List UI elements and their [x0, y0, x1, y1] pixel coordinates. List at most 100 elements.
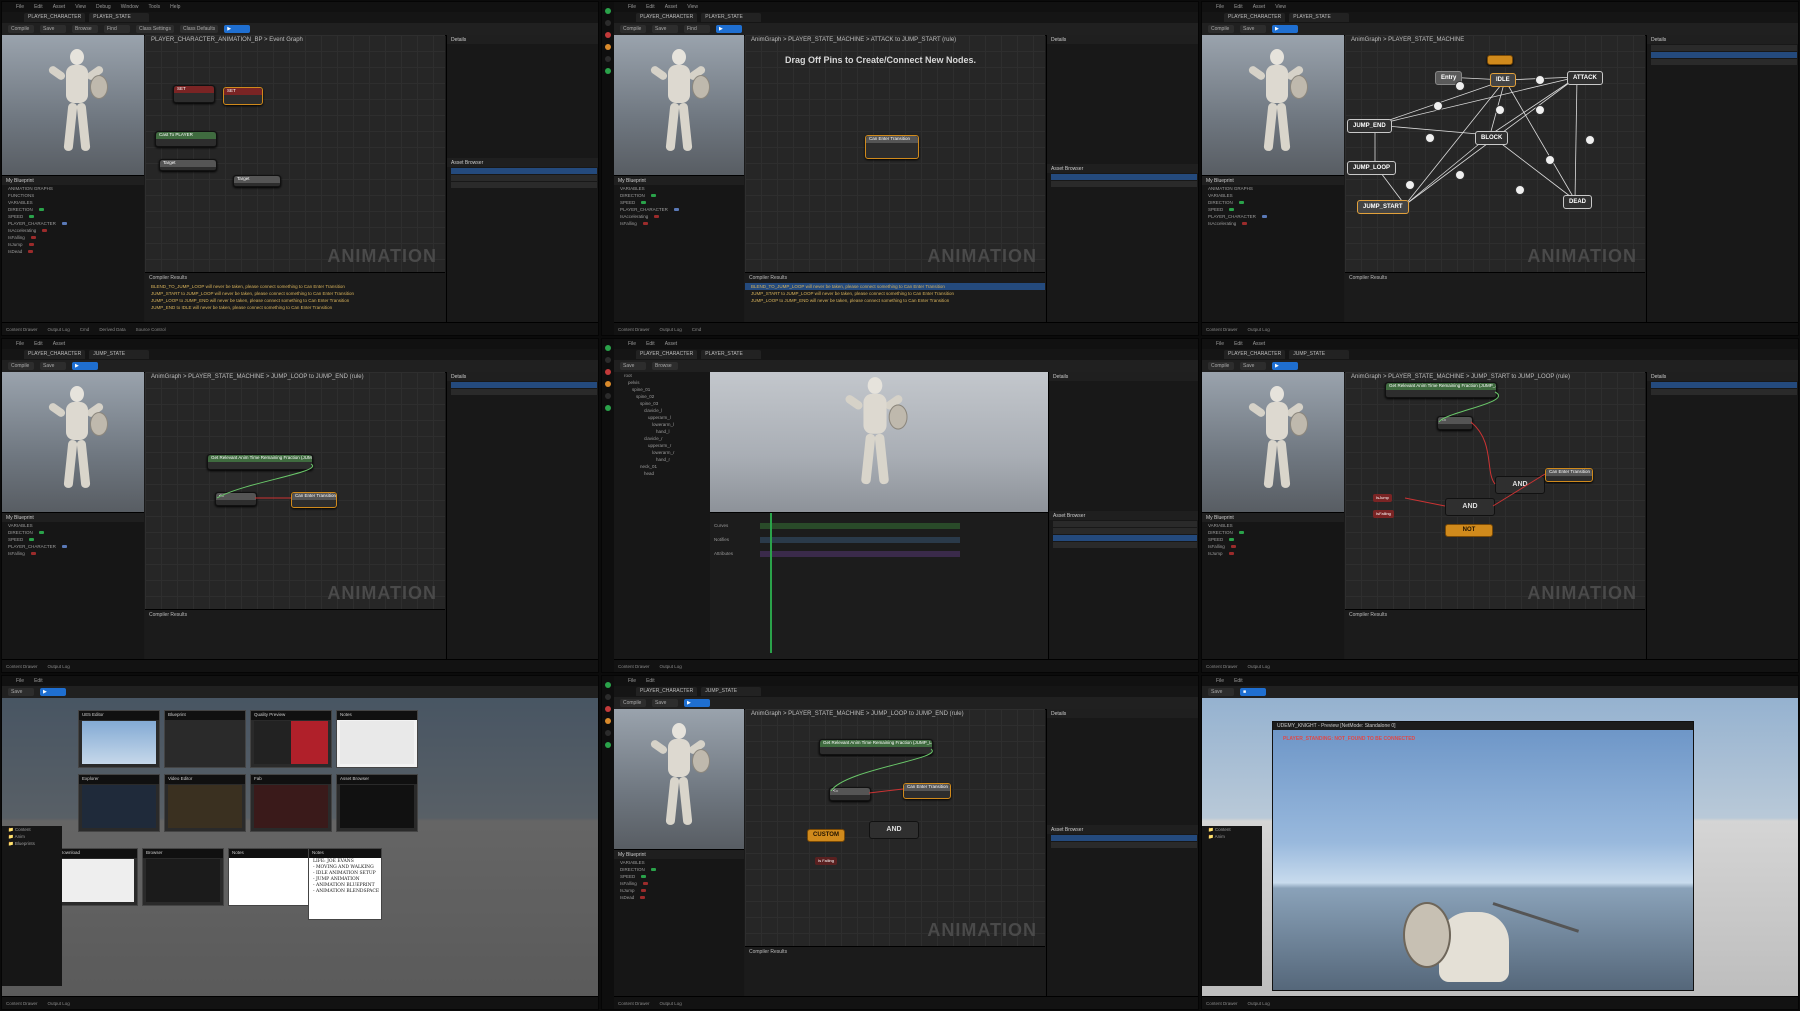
window-thumbnail[interactable]: Asset Browser	[336, 774, 418, 832]
transition-icon[interactable]	[1495, 105, 1505, 115]
menu-edit[interactable]: Edit	[34, 678, 43, 684]
tab-player-state[interactable]: PLAYER_STATE	[701, 350, 762, 359]
state-attack[interactable]: ATTACK	[1567, 71, 1603, 85]
tab-player-state[interactable]: PLAYER_STATE	[701, 13, 762, 22]
menu-file[interactable]: File	[628, 4, 636, 10]
menu-asset[interactable]: Asset	[1253, 4, 1266, 10]
content-drawer-button[interactable]: Content Drawer	[618, 664, 650, 669]
variable-is-accelerating[interactable]: IsAccelerating	[2, 227, 144, 234]
output-log-button[interactable]: Output Log	[48, 1001, 70, 1006]
menu-edit[interactable]: Edit	[1234, 678, 1243, 684]
variable-direction[interactable]: DIRECTION	[614, 866, 744, 873]
state-block[interactable]: BLOCK	[1475, 131, 1509, 145]
menu-file[interactable]: File	[1216, 341, 1224, 347]
tree-row[interactable]: neck_01	[614, 463, 710, 470]
variable-speed[interactable]: SPEED	[614, 199, 744, 206]
menu-file[interactable]: File	[1216, 4, 1224, 10]
content-drawer-button[interactable]: Content Drawer	[1206, 1001, 1238, 1006]
menu-file[interactable]: File	[628, 341, 636, 347]
variable-direction[interactable]: DIRECTION	[2, 206, 144, 213]
tree-row[interactable]: hand_r	[614, 456, 710, 463]
preview-viewport[interactable]	[2, 35, 144, 175]
state-jump-end[interactable]: JUMP_END	[1347, 119, 1392, 133]
section-variables[interactable]: VARIABLES	[1202, 192, 1344, 199]
section-variables[interactable]: VARIABLES	[614, 859, 744, 866]
tree-row[interactable]: root	[614, 372, 710, 379]
transition-icon[interactable]	[1405, 180, 1415, 190]
log-line[interactable]: BLEND_TO_JUMP_LOOP will never be taken, …	[145, 283, 445, 290]
tab-player-character[interactable]: PLAYER_CHARACTER	[24, 350, 86, 359]
graph-node[interactable]: Cast To PLAYER	[155, 131, 217, 147]
details-row[interactable]	[447, 51, 598, 58]
variable-is-jump[interactable]: IsJump	[1202, 550, 1344, 557]
save-button[interactable]: Save	[1208, 688, 1234, 696]
section-functions[interactable]: FUNCTIONS	[2, 192, 144, 199]
content-drawer-button[interactable]: Content Drawer	[1206, 327, 1238, 332]
state-jump-start[interactable]: JUMP_START	[1357, 200, 1409, 214]
menu-window[interactable]: Window	[121, 4, 139, 10]
transition-icon[interactable]	[1455, 81, 1465, 91]
section-variables[interactable]: VARIABLES	[2, 199, 144, 206]
details-row[interactable]	[447, 44, 598, 51]
transition-icon[interactable]	[1545, 155, 1555, 165]
play-button[interactable]: ▶	[40, 688, 66, 696]
variable-direction[interactable]: DIRECTION	[2, 529, 144, 536]
folder-row[interactable]: 📁 Anim	[1202, 833, 1262, 840]
transition-icon[interactable]	[1535, 105, 1545, 115]
tree-row[interactable]: head	[614, 470, 710, 477]
menu-view[interactable]: View	[687, 4, 698, 10]
content-drawer-button[interactable]: Content Drawer	[6, 664, 38, 669]
log-line[interactable]: JUMP_LOOP to JUMP_END will never be take…	[145, 297, 445, 304]
content-drawer-button[interactable]: Content Drawer	[618, 1001, 650, 1006]
preview-viewport[interactable]	[614, 35, 744, 175]
menu-edit[interactable]: Edit	[646, 4, 655, 10]
event-graph-canvas[interactable]: PLAYER_CHARACTER_ANIMATION_BP > Event Gr…	[145, 35, 445, 325]
tab-player-character[interactable]: PLAYER_CHARACTER	[1224, 350, 1286, 359]
menu-file[interactable]: File	[16, 678, 24, 684]
section-animation-graphs[interactable]: ANIMATION GRAPHS	[1202, 185, 1344, 192]
timeline-track[interactable]	[760, 551, 960, 557]
menu-file[interactable]: File	[16, 4, 24, 10]
save-button[interactable]: Save	[652, 699, 678, 707]
transition-icon[interactable]	[1455, 170, 1465, 180]
state-machine-canvas[interactable]: AnimGraph > PLAYER_STATE_MACHINE Entry I…	[1345, 35, 1645, 325]
menu-view[interactable]: View	[1275, 4, 1286, 10]
details-row[interactable]	[1047, 718, 1198, 725]
save-button[interactable]: Save	[1240, 25, 1266, 33]
variable-player-character[interactable]: PLAYER_CHARACTER	[2, 220, 144, 227]
variable-speed[interactable]: SPEED	[1202, 536, 1344, 543]
variable-is-falling[interactable]: IsFalling	[2, 550, 144, 557]
menu-edit[interactable]: Edit	[34, 4, 43, 10]
tree-row[interactable]: pelvis	[614, 379, 710, 386]
play-button[interactable]: ▶	[72, 362, 98, 370]
variable-speed[interactable]: SPEED	[2, 213, 144, 220]
stop-button[interactable]: ■	[1240, 688, 1266, 696]
section-animation-graphs[interactable]: ANIMATION GRAPHS	[2, 185, 144, 192]
variable-direction[interactable]: DIRECTION	[614, 192, 744, 199]
output-log-button[interactable]: Output Log	[48, 664, 70, 669]
compile-button[interactable]: Compile	[1208, 362, 1234, 370]
orange-note-node[interactable]	[1487, 55, 1513, 65]
compile-button[interactable]: Compile	[8, 362, 34, 370]
variable-is-jump[interactable]: IsJump	[2, 241, 144, 248]
variable-player-character[interactable]: PLAYER_CHARACTER	[1202, 213, 1344, 220]
play-button[interactable]: ▶	[224, 25, 251, 33]
tab-player-character[interactable]: PLAYER_CHARACTER	[636, 350, 698, 359]
content-drawer-button[interactable]: Content Drawer	[6, 1001, 38, 1006]
menu-asset[interactable]: Asset	[53, 4, 66, 10]
menu-asset[interactable]: Asset	[53, 341, 66, 347]
transition-icon[interactable]	[1425, 133, 1435, 143]
window-thumbnail[interactable]: Fab	[250, 774, 332, 832]
class-settings-button[interactable]: Class Settings	[136, 25, 174, 33]
tree-row[interactable]: spine_02	[614, 393, 710, 400]
window-thumbnail[interactable]: UE5 Editor	[78, 710, 160, 768]
play-button[interactable]: ▶	[716, 25, 742, 33]
save-button[interactable]: Save	[620, 362, 646, 370]
play-button[interactable]: ▶	[1272, 25, 1298, 33]
variable-player-character[interactable]: PLAYER_CHARACTER	[2, 543, 144, 550]
tree-row[interactable]: lowerarm_r	[614, 449, 710, 456]
output-log-button[interactable]: Output Log	[1248, 1001, 1270, 1006]
variable-is-falling[interactable]: IsFalling	[614, 220, 744, 227]
tab-player-character[interactable]: PLAYER_CHARACTER	[1224, 13, 1286, 22]
log-line[interactable]: JUMP_END to IDLE will never be taken, pl…	[145, 304, 445, 311]
